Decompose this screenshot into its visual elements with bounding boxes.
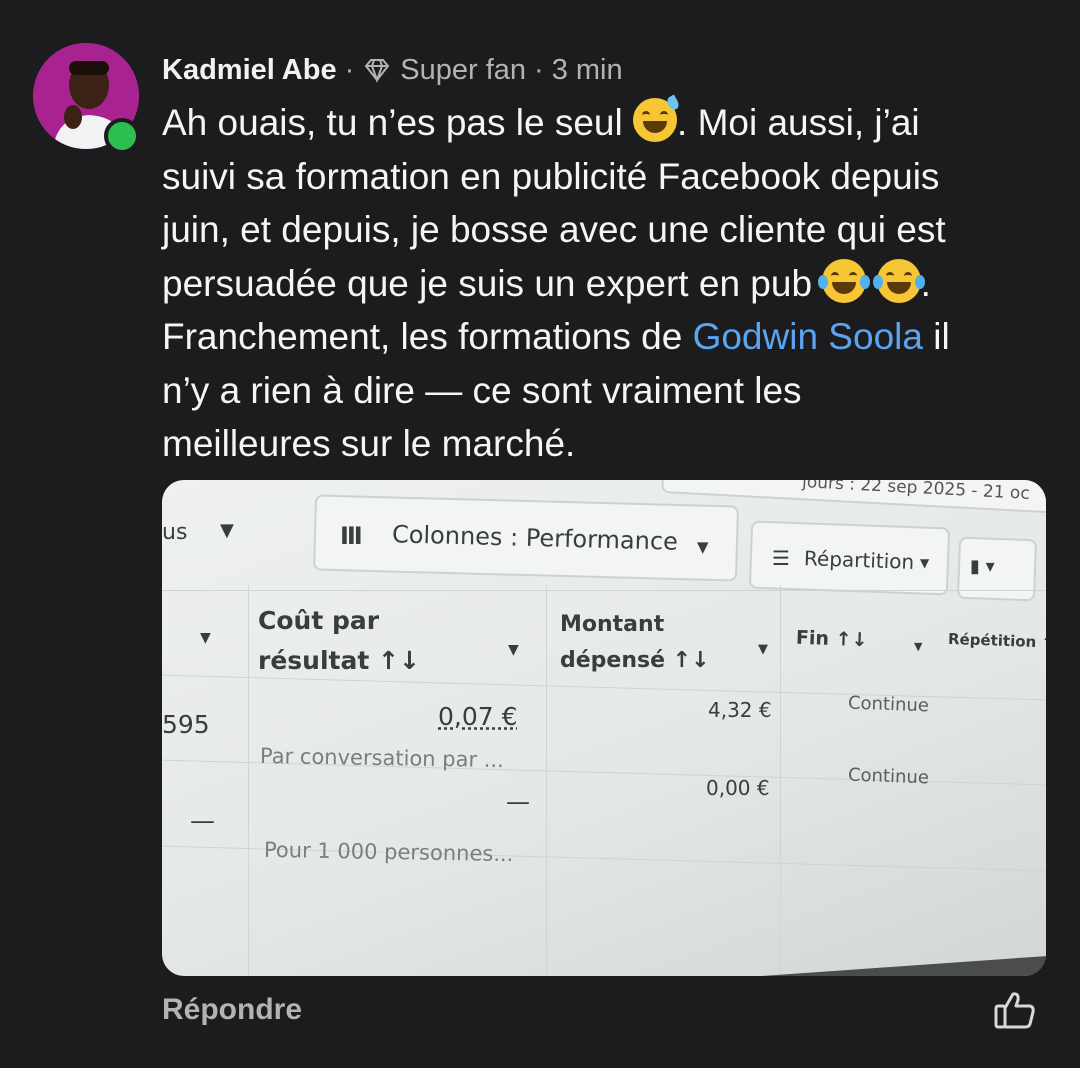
cell-cost-per-result[interactable]: 0,07 € xyxy=(438,702,518,731)
cell-left-value: — xyxy=(190,806,215,835)
mention-link[interactable]: Godwin Soola xyxy=(693,316,923,357)
meta-separator: · xyxy=(534,53,544,86)
monitor-edge xyxy=(685,954,1046,976)
comment-line: n’y a rien à dire — ce sont vraiment les xyxy=(162,369,802,411)
author-name[interactable]: Kadmiel Abe xyxy=(162,54,337,87)
sort-chevron-icon[interactable]: ▼ xyxy=(508,642,519,658)
comment-line: suivi sa formation en publicité Facebook… xyxy=(162,155,940,197)
breakdown-icon: ☰ xyxy=(772,546,790,570)
column-divider xyxy=(546,585,547,976)
tears-of-joy-emoji-icon xyxy=(872,258,925,303)
header-repetition[interactable]: Répétition ↑↓ xyxy=(948,630,1046,652)
column-divider xyxy=(780,585,781,976)
cell-cost-subtitle: Pour 1 000 personnes... xyxy=(263,837,514,867)
comment-meta: Kadmiel Abe · Super fan · 3 min xyxy=(162,50,623,90)
meta-separator: · xyxy=(344,53,355,86)
breakdown-label: Répartition xyxy=(803,546,915,574)
sort-chevron-icon[interactable]: ▼ xyxy=(758,642,768,657)
comment-line: Franchement, les formations de xyxy=(162,316,693,357)
toolbar-cut-label: us xyxy=(162,520,188,545)
timestamp: 3 min xyxy=(551,53,623,86)
online-status-indicator xyxy=(104,118,140,154)
cell-amount-spent: 4,32 € xyxy=(708,698,772,722)
header-amount-spent[interactable]: dépensé ↑↓ xyxy=(560,648,710,673)
comment-line: Ah ouais, tu n’es pas le seul xyxy=(162,102,634,143)
reply-button[interactable]: Répondre xyxy=(162,993,302,1027)
column-divider xyxy=(248,585,249,976)
export-button[interactable] xyxy=(956,536,1038,602)
badge-label: Super fan xyxy=(400,53,527,86)
chevron-down-icon[interactable]: ▼ xyxy=(220,520,234,541)
header-end[interactable]: Fin ↑↓ xyxy=(796,627,868,651)
header-amount-spent[interactable]: Montant xyxy=(560,612,664,637)
chevron-down-icon: ▼ xyxy=(697,538,709,556)
comment-line: juin, et depuis, je bosse avec une clien… xyxy=(162,209,946,250)
header-cost-per-result[interactable]: Coût par xyxy=(258,606,379,635)
cell-left-value: 595 xyxy=(162,710,210,739)
cell-cost-per-result: — xyxy=(506,788,530,816)
header-cost-per-result[interactable]: résultat ↑↓ xyxy=(258,646,420,675)
diamond-icon xyxy=(362,55,392,85)
attached-photo[interactable]: jours : 22 sep 2025 - 21 oc us ▼ Ⅲ Colon… xyxy=(162,480,1046,976)
tears-of-joy-emoji-icon xyxy=(818,258,871,303)
cell-amount-spent: 0,00 € xyxy=(706,776,770,800)
table-divider xyxy=(162,590,1046,591)
comment-line: . Moi aussi, j’ai xyxy=(677,102,920,143)
comment-line: il xyxy=(922,316,950,357)
cell-end-status: Continue xyxy=(847,692,930,717)
grinning-sweat-emoji-icon xyxy=(633,94,681,142)
cell-end-status: Continue xyxy=(847,764,930,789)
columns-icon: Ⅲ xyxy=(340,522,363,550)
comment-line: persuadée que je suis un expert en pub xyxy=(162,262,823,304)
cell-cost-subtitle: Par conversation par ... xyxy=(259,743,505,773)
chevron-down-icon: ▼ xyxy=(920,556,930,570)
comment-text: Ah ouais, tu n’es pas le seul . Moi auss… xyxy=(162,94,1052,471)
comment-line: meilleures sur le marché. xyxy=(162,423,576,464)
thumbs-up-icon[interactable] xyxy=(993,990,1037,1030)
sort-chevron-icon[interactable]: ▼ xyxy=(914,640,922,653)
export-icon: ▮ ▾ xyxy=(970,556,995,577)
sort-chevron-icon[interactable]: ▼ xyxy=(200,630,211,646)
